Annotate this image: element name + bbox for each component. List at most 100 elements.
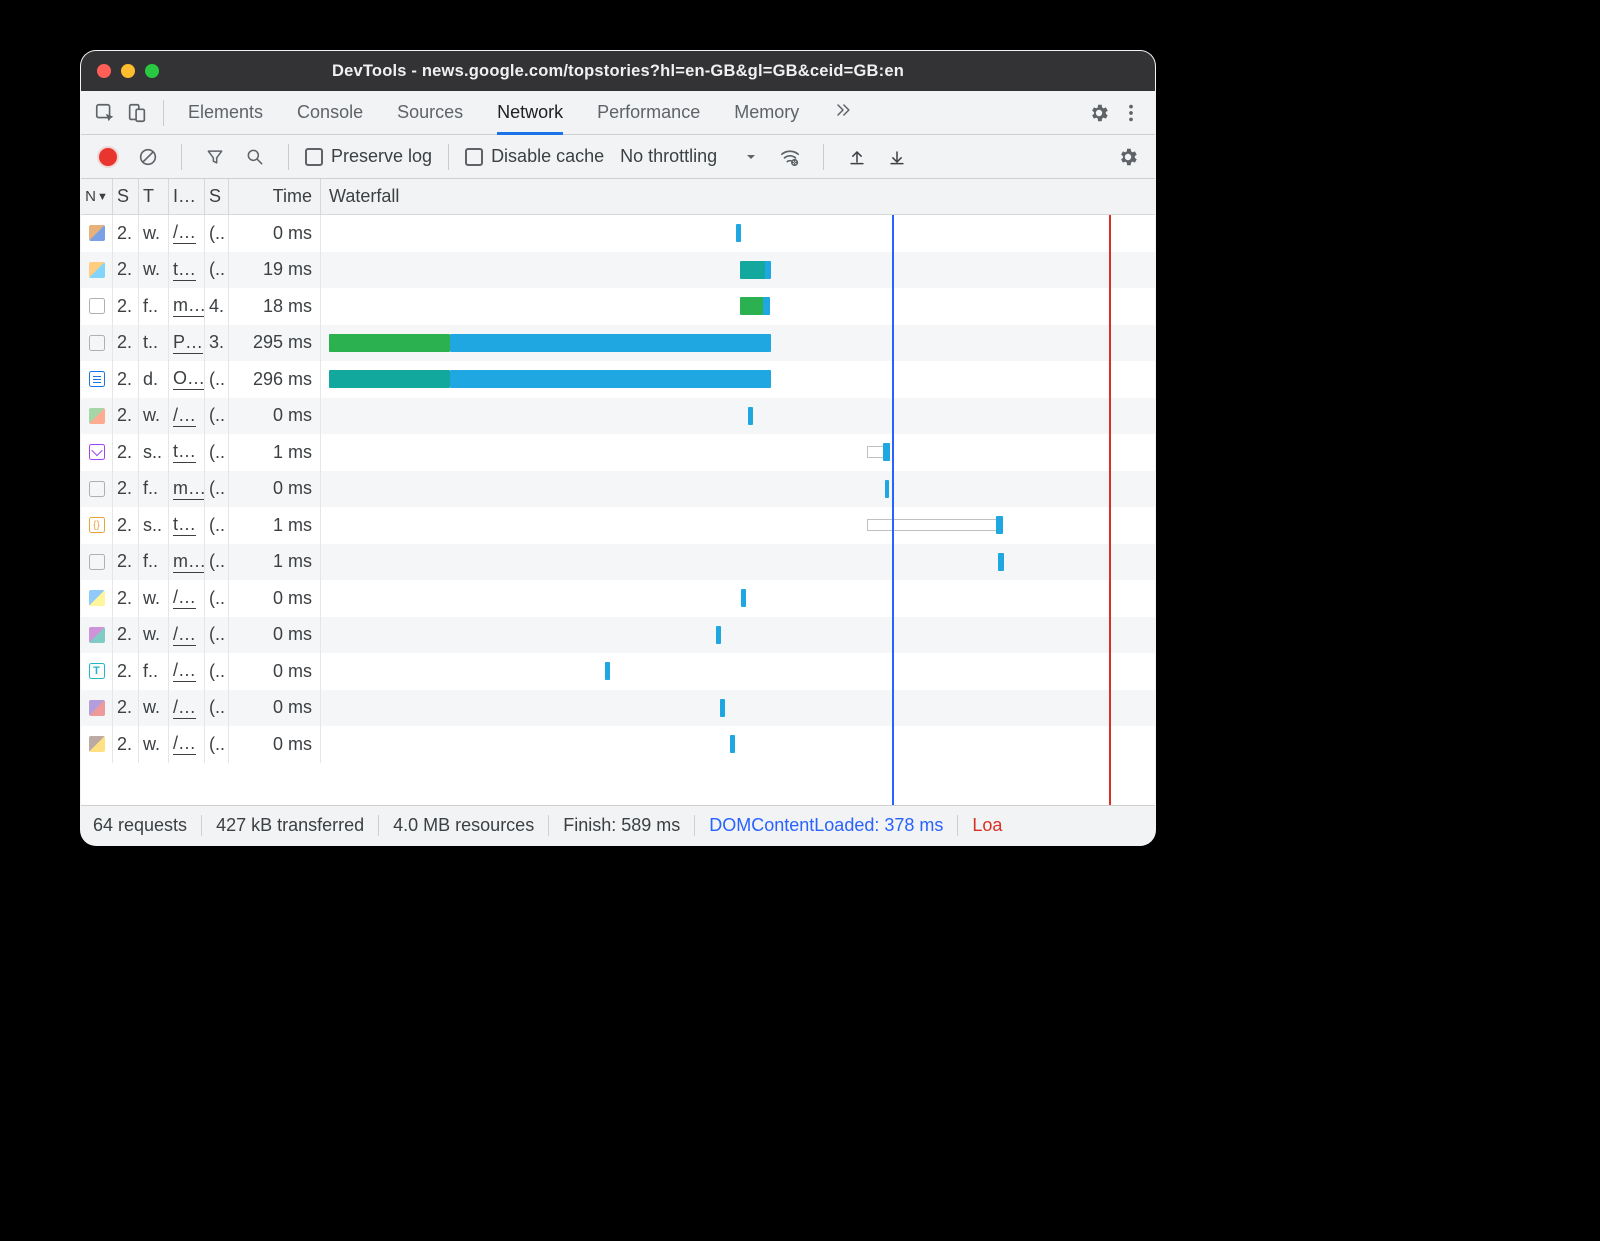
cell: 2. — [113, 690, 139, 727]
throttling-dropdown[interactable]: No throttling — [610, 142, 767, 172]
filter-icon[interactable] — [198, 141, 232, 173]
cell: P… — [169, 325, 205, 362]
table-row[interactable]: 2.t..P…3.295 ms — [81, 325, 1155, 362]
table-row[interactable]: 2.s..t…(..1 ms — [81, 507, 1155, 544]
table-row[interactable]: 2.f..m…(..0 ms — [81, 471, 1155, 508]
network-table-header: N▼ S T I… S Time Waterfall — [81, 179, 1155, 215]
cell: f.. — [139, 653, 169, 690]
col-name[interactable]: N▼ — [81, 179, 113, 214]
table-row[interactable]: 2.w./…(..0 ms — [81, 726, 1155, 763]
tab-label: Elements — [188, 102, 263, 123]
cell: 0 ms — [229, 690, 321, 727]
cell: t… — [169, 252, 205, 289]
cell: (.. — [205, 215, 229, 252]
tab-memory[interactable]: Memory — [734, 91, 799, 134]
network-settings-icon[interactable] — [1111, 141, 1145, 173]
search-icon[interactable] — [238, 141, 272, 173]
panel-tabbar: Elements Console Sources Network Perform… — [81, 91, 1155, 135]
inspect-element-icon[interactable] — [89, 97, 121, 129]
table-row[interactable]: 2.w./…(..0 ms — [81, 215, 1155, 252]
status-load: Loa — [958, 815, 1016, 836]
clear-button[interactable] — [131, 141, 165, 173]
download-har-icon[interactable] — [880, 141, 914, 173]
table-row[interactable]: 2.d.O…(..296 ms — [81, 361, 1155, 398]
cell: (.. — [205, 507, 229, 544]
cell: 2. — [113, 544, 139, 581]
col-type[interactable]: T — [139, 179, 169, 214]
col-time[interactable]: Time — [229, 179, 321, 214]
kebab-menu-icon[interactable] — [1115, 97, 1147, 129]
tab-label: Memory — [734, 102, 799, 123]
cell: (.. — [205, 544, 229, 581]
timing-bar — [741, 589, 746, 607]
table-row[interactable]: 2.w.t…(..19 ms — [81, 252, 1155, 289]
tab-network[interactable]: Network — [497, 91, 563, 134]
cell: (.. — [205, 361, 229, 398]
device-toggle-icon[interactable] — [121, 97, 153, 129]
status-requests: 64 requests — [93, 815, 202, 836]
cell: 2. — [113, 325, 139, 362]
col-waterfall[interactable]: Waterfall — [321, 179, 1155, 214]
cell: m… — [169, 544, 205, 581]
cell: 0 ms — [229, 617, 321, 654]
cell — [81, 288, 113, 325]
cell: 1 ms — [229, 544, 321, 581]
disable-cache-checkbox[interactable]: Disable cache — [465, 146, 604, 167]
waterfall-cell — [321, 361, 1155, 398]
waterfall-cell — [321, 617, 1155, 654]
timing-bar — [730, 735, 735, 753]
timing-bar — [736, 224, 741, 242]
status-transferred: 427 kB transferred — [202, 815, 379, 836]
minimize-window-button[interactable] — [121, 64, 135, 78]
waterfall-cell — [321, 507, 1155, 544]
cell: t.. — [139, 325, 169, 362]
tab-elements[interactable]: Elements — [188, 91, 263, 134]
checkbox-icon — [305, 148, 323, 166]
close-window-button[interactable] — [97, 64, 111, 78]
status-finish: Finish: 589 ms — [549, 815, 695, 836]
cell: w. — [139, 252, 169, 289]
table-row[interactable]: 2.w./…(..0 ms — [81, 398, 1155, 435]
cell — [81, 471, 113, 508]
table-row[interactable]: 2.f../…(..0 ms — [81, 653, 1155, 690]
cell: O… — [169, 361, 205, 398]
table-row[interactable]: 2.w./…(..0 ms — [81, 580, 1155, 617]
cell: w. — [139, 690, 169, 727]
waterfall-cell — [321, 653, 1155, 690]
col-size[interactable]: S — [205, 179, 229, 214]
table-row[interactable]: 2.w./…(..0 ms — [81, 617, 1155, 654]
settings-icon[interactable] — [1083, 97, 1115, 129]
more-tabs-icon[interactable] — [833, 100, 853, 126]
cell: 2. — [113, 617, 139, 654]
table-row[interactable]: 2.w./…(..0 ms — [81, 690, 1155, 727]
tab-performance[interactable]: Performance — [597, 91, 700, 134]
network-conditions-icon[interactable] — [773, 141, 807, 173]
cell: t… — [169, 507, 205, 544]
cell: 0 ms — [229, 653, 321, 690]
status-resources: 4.0 MB resources — [379, 815, 549, 836]
timing-bar — [998, 553, 1004, 571]
waterfall-cell — [321, 288, 1155, 325]
col-status[interactable]: S — [113, 179, 139, 214]
network-request-grid[interactable]: 2.w./…(..0 ms2.w.t…(..19 ms2.f..m…4.18 m… — [81, 215, 1155, 805]
tab-console[interactable]: Console — [297, 91, 363, 134]
cell: 2. — [113, 507, 139, 544]
cell: s.. — [139, 434, 169, 471]
tab-label: Console — [297, 102, 363, 123]
table-row[interactable]: 2.s..t…(..1 ms — [81, 434, 1155, 471]
cell: /… — [169, 617, 205, 654]
upload-har-icon[interactable] — [840, 141, 874, 173]
file-type-icon — [89, 517, 105, 533]
maximize-window-button[interactable] — [145, 64, 159, 78]
cell: 19 ms — [229, 252, 321, 289]
col-initiator[interactable]: I… — [169, 179, 205, 214]
tab-sources[interactable]: Sources — [397, 91, 463, 134]
record-button[interactable] — [91, 141, 125, 173]
timing-bar — [450, 370, 771, 388]
table-row[interactable]: 2.f..m…4.18 ms — [81, 288, 1155, 325]
cell: f.. — [139, 471, 169, 508]
timing-bar — [748, 407, 753, 425]
preserve-log-checkbox[interactable]: Preserve log — [305, 146, 432, 167]
table-row[interactable]: 2.f..m…(..1 ms — [81, 544, 1155, 581]
cell: f.. — [139, 288, 169, 325]
